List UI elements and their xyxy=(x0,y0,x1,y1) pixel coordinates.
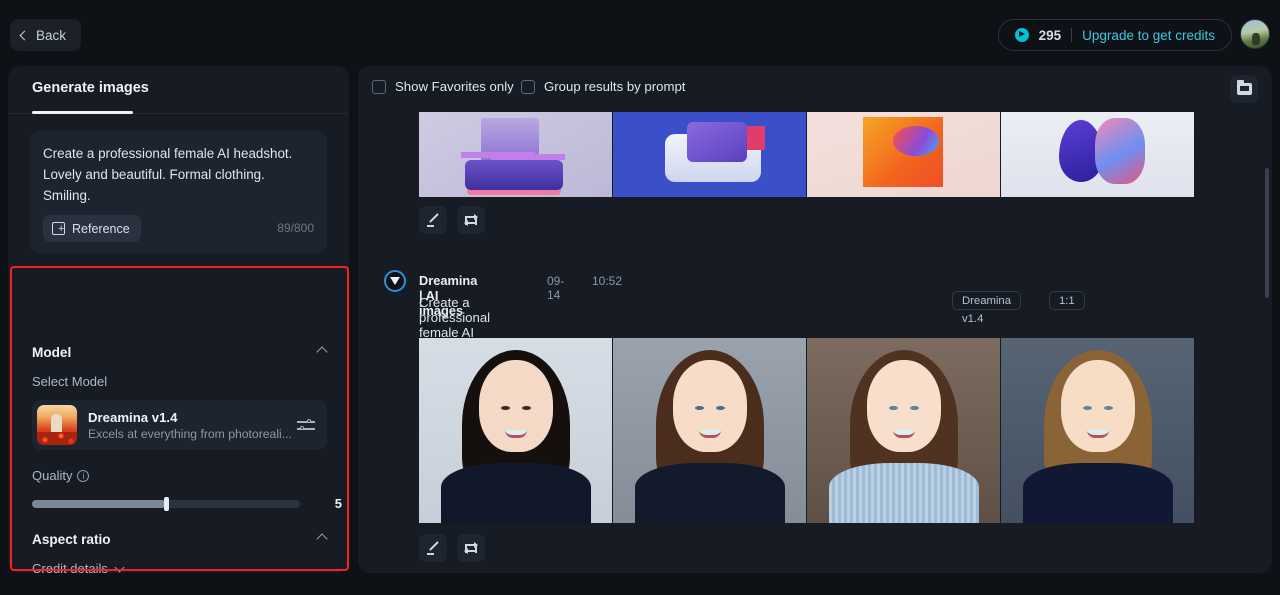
top-bar: Back 295 Upgrade to get credits xyxy=(0,0,1280,62)
sliders-icon[interactable] xyxy=(297,416,315,434)
panel-tabs: Generate images xyxy=(8,66,349,114)
quality-label-text: Quality xyxy=(32,468,73,483)
prompt-card[interactable]: Create a professional female AI headshot… xyxy=(30,131,327,253)
edit-button[interactable] xyxy=(419,534,447,562)
model-section-header[interactable]: Model xyxy=(32,342,328,362)
headshot-woman-long-brown-hair-striped-shirt[interactable] xyxy=(807,338,1000,523)
generation-settings-panel: Generate images Create a professional fe… xyxy=(8,66,349,573)
quality-slider[interactable]: 5 xyxy=(32,496,342,512)
regenerate-button[interactable] xyxy=(457,206,485,234)
chip-aspect-ratio: 1:1 xyxy=(1049,291,1085,310)
filter-group-results-by-prompt[interactable]: Group results by prompt xyxy=(521,79,685,94)
model-card-dreamina[interactable]: Dreamina v1.4 Excels at everything from … xyxy=(32,400,327,450)
result-image-row xyxy=(419,338,1194,523)
chevron-up-icon[interactable] xyxy=(316,533,328,545)
credit-coin-icon xyxy=(1014,28,1029,42)
tab-generate-images[interactable]: Generate images xyxy=(32,80,149,96)
quality-value: 5 xyxy=(334,496,342,511)
3d-gradient-ribbon-render[interactable] xyxy=(1001,112,1194,197)
aspect-ratio-title: Aspect ratio xyxy=(32,531,111,547)
checkbox-icon[interactable] xyxy=(521,79,535,94)
pill-divider xyxy=(1071,28,1073,42)
headshot-woman-blonde-navy-blazer[interactable] xyxy=(1001,338,1194,523)
credit-details-toggle[interactable]: Credit details xyxy=(32,561,125,573)
chevron-left-icon xyxy=(19,30,30,40)
prompt-char-count: 89/800 xyxy=(277,221,314,235)
3d-blue-device-render[interactable] xyxy=(613,112,806,197)
filter-show-favorites-only[interactable]: Show Favorites only xyxy=(372,79,514,94)
astronaut-poppy-field-thumbnail xyxy=(37,405,77,445)
slider-thumb[interactable] xyxy=(164,497,169,511)
checkbox-icon[interactable] xyxy=(372,79,386,94)
3d-orange-poster-render[interactable] xyxy=(807,112,1000,197)
dreamina-logo-icon xyxy=(384,270,406,292)
result-action-row xyxy=(419,206,485,234)
results-scroll-area[interactable]: Dreamina | AI images 09-14 10:52 Create … xyxy=(358,112,1272,573)
quality-label: Quality i xyxy=(32,468,90,483)
upgrade-link[interactable]: Upgrade to get credits xyxy=(1082,28,1215,43)
back-button[interactable]: Back xyxy=(10,19,82,51)
reference-button[interactable]: Reference xyxy=(43,215,141,242)
archive-button[interactable] xyxy=(1230,75,1258,103)
credit-details-label: Credit details xyxy=(32,561,108,573)
credits-count: 295 xyxy=(1038,27,1062,43)
results-panel: Show Favorites only Group results by pro… xyxy=(358,66,1272,573)
headshot-woman-dark-hair-white-collar[interactable] xyxy=(419,338,612,523)
edit-pencil-icon xyxy=(426,542,440,555)
regenerate-icon xyxy=(464,213,478,227)
reference-button-label: Reference xyxy=(72,221,130,236)
add-image-icon xyxy=(52,222,65,235)
chevron-down-icon xyxy=(114,562,125,572)
generation-time: 10:52 xyxy=(592,274,623,288)
folder-icon xyxy=(1236,80,1252,95)
model-description: Excels at everything from photoreali... xyxy=(88,426,292,441)
select-model-label: Select Model xyxy=(32,374,108,389)
chevron-up-icon[interactable] xyxy=(316,346,328,358)
filter-label: Group results by prompt xyxy=(544,79,686,94)
results-toolbar: Show Favorites only Group results by pro… xyxy=(358,66,1272,112)
model-name: Dreamina v1.4 xyxy=(88,409,178,425)
filter-label: Show Favorites only xyxy=(395,79,514,94)
regenerate-icon xyxy=(464,541,478,555)
model-info: Dreamina v1.4 Excels at everything from … xyxy=(88,410,297,441)
prompt-input[interactable]: Create a professional female AI headshot… xyxy=(43,143,315,206)
aspect-ratio-section-header[interactable]: Aspect ratio xyxy=(32,529,328,549)
regenerate-button[interactable] xyxy=(457,534,485,562)
result-image-row xyxy=(419,112,1194,197)
slider-fill xyxy=(32,500,166,508)
edit-button[interactable] xyxy=(419,206,447,234)
info-icon[interactable]: i xyxy=(77,470,90,482)
back-button-label: Back xyxy=(36,27,67,43)
model-section-title: Model xyxy=(32,344,72,360)
chip-model: Dreamina v1.4 xyxy=(952,291,1021,325)
results-scrollbar[interactable] xyxy=(1265,168,1269,298)
user-avatar[interactable] xyxy=(1240,19,1270,49)
result-action-row xyxy=(419,534,485,562)
3d-abstract-purple-render[interactable] xyxy=(419,112,612,197)
edit-pencil-icon xyxy=(426,214,440,227)
generation-date: 09-14 xyxy=(547,274,565,302)
headshot-woman-brown-hair-navy-blazer[interactable] xyxy=(613,338,806,523)
tab-active-indicator xyxy=(32,111,133,114)
credits-pill[interactable]: 295 Upgrade to get credits xyxy=(997,19,1232,51)
